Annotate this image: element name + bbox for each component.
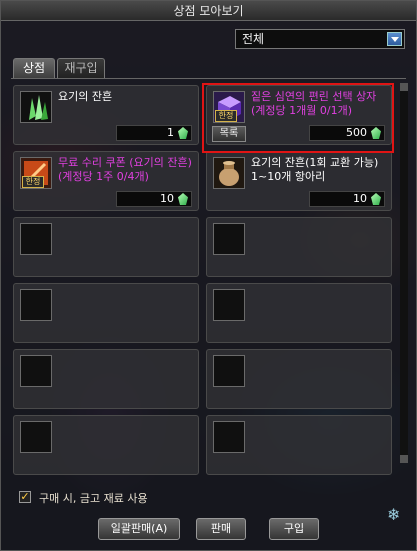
- currency-gem-icon: [178, 127, 188, 139]
- list-item[interactable]: 한정 무료 수리 쿠폰 (요기의 잔흔) (계정당 1주 0/4개) 10: [13, 151, 199, 211]
- currency-gem-icon: [178, 193, 188, 205]
- scroll-up-arrow[interactable]: [400, 83, 408, 91]
- shop-window: 상점 모아보기 전체 상점 재구입 요기의 잔흔 1 한정 짙은 심연의 편린 …: [0, 0, 417, 551]
- sell-all-button[interactable]: 일괄판매(A): [98, 518, 180, 540]
- buy-button[interactable]: 구입: [269, 518, 319, 540]
- empty-slot: [206, 349, 392, 409]
- chevron-down-icon[interactable]: [387, 32, 402, 46]
- item-name: 무료 수리 쿠폰 (요기의 잔흔) (계정당 1주 0/4개): [58, 156, 192, 183]
- empty-slot: [13, 283, 199, 343]
- snowflake-icon: ❄: [387, 505, 401, 524]
- limited-badge: 한정: [22, 176, 44, 188]
- item-price: 10: [309, 191, 385, 207]
- sell-button[interactable]: 판매: [196, 518, 246, 540]
- category-filter-dropdown[interactable]: 전체: [235, 29, 405, 49]
- empty-slot: [206, 283, 392, 343]
- item-name: 요기의 잔흔: [58, 90, 113, 103]
- green-crystal-icon: [20, 91, 52, 123]
- jar-icon: [213, 157, 245, 189]
- tab-rebuy[interactable]: 재구입: [57, 58, 105, 78]
- use-gold-label: 구매 시, 금고 재료 사용: [39, 492, 148, 505]
- empty-slot: [206, 217, 392, 277]
- repair-coupon-icon: 한정: [20, 157, 52, 189]
- empty-slot: [206, 415, 392, 475]
- empty-slot: [13, 349, 199, 409]
- item-name: 요기의 잔흔(1회 교환 가능) 1~10개 항아리: [251, 156, 379, 183]
- item-price: 10: [116, 191, 192, 207]
- use-gold-checkbox[interactable]: ✓: [19, 491, 31, 503]
- scroll-down-arrow[interactable]: [400, 455, 408, 463]
- tab-shop[interactable]: 상점: [13, 58, 55, 78]
- item-list-scrollbar[interactable]: [400, 83, 408, 463]
- list-item[interactable]: 요기의 잔흔(1회 교환 가능) 1~10개 항아리 10: [206, 151, 392, 211]
- empty-slot: [13, 217, 199, 277]
- currency-gem-icon: [371, 193, 381, 205]
- empty-slot: [13, 415, 199, 475]
- list-item[interactable]: 요기의 잔흔 1: [13, 85, 199, 145]
- selected-item-highlight: [202, 83, 394, 153]
- filter-value: 전체: [242, 32, 265, 46]
- item-price: 1: [116, 125, 192, 141]
- window-title: 상점 모아보기: [1, 1, 416, 21]
